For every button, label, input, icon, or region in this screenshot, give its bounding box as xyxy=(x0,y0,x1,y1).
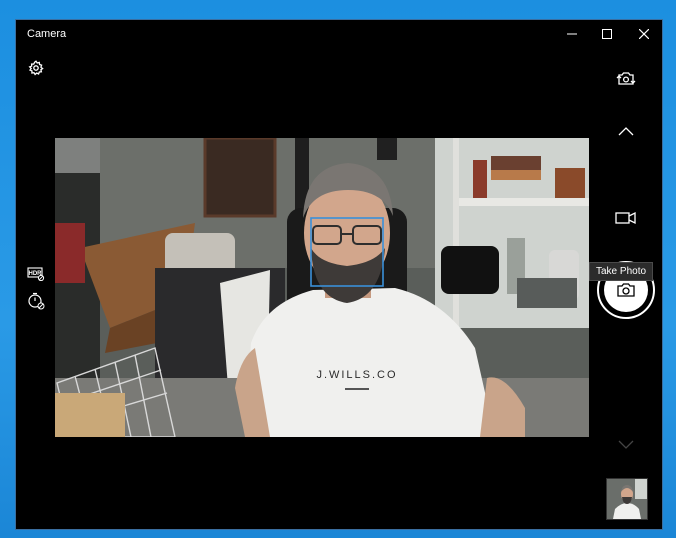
camera-roll-thumbnail[interactable] xyxy=(606,478,648,520)
chevron-up-icon xyxy=(618,127,634,136)
take-photo-tooltip: Take Photo xyxy=(589,262,654,281)
scroll-down-button[interactable] xyxy=(614,432,638,456)
timer-icon xyxy=(28,292,45,310)
video-camera-icon xyxy=(615,211,636,225)
minimize-button[interactable] xyxy=(554,20,590,48)
live-preview-image: J.WILLS.CO xyxy=(55,138,589,437)
close-icon xyxy=(639,29,649,39)
shirt-text: J.WILLS.CO xyxy=(316,369,397,381)
switch-camera-button[interactable] xyxy=(614,67,638,91)
minimize-icon xyxy=(567,33,577,35)
timer-button[interactable] xyxy=(26,291,46,311)
switch-camera-icon xyxy=(616,72,636,85)
gear-icon xyxy=(28,60,44,76)
camera-icon xyxy=(617,283,635,297)
close-button[interactable] xyxy=(626,20,662,48)
window-title: Camera xyxy=(27,28,67,40)
scroll-up-button[interactable] xyxy=(614,120,638,144)
thumbnail-image xyxy=(607,479,647,519)
video-mode-button[interactable] xyxy=(613,206,639,230)
camera-preview: J.WILLS.CO xyxy=(55,138,589,437)
maximize-button[interactable] xyxy=(589,20,625,48)
settings-button[interactable] xyxy=(24,56,48,80)
hdr-button[interactable]: HDR xyxy=(26,265,46,283)
title-bar: Camera xyxy=(16,20,662,48)
chevron-down-icon xyxy=(618,440,634,449)
maximize-icon xyxy=(602,29,612,39)
camera-window: Camera HDR J.WILLS.CO Take Photo xyxy=(15,19,663,530)
hdr-icon: HDR xyxy=(27,267,45,281)
